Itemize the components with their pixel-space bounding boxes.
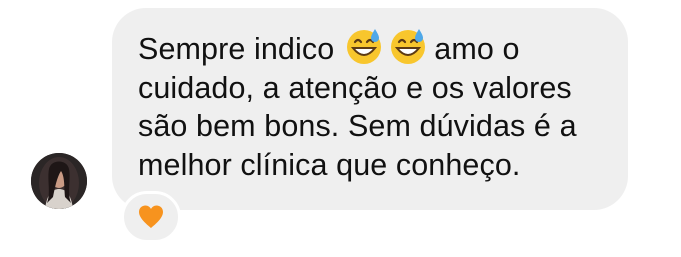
grinning-face-with-sweat-icon (347, 29, 382, 64)
sender-avatar-image (31, 153, 87, 209)
sender-avatar[interactable] (31, 153, 87, 209)
message-bubble[interactable]: Sempre indico amo o cuidado, a atenção e… (112, 8, 628, 210)
message-text: Sempre indico amo o cuidado, a atenção e… (138, 27, 610, 184)
emoji-group (344, 27, 428, 65)
grinning-face-with-sweat-icon (391, 29, 426, 64)
message-text-start: Sempre indico (138, 32, 335, 66)
orange-heart-icon (139, 205, 163, 228)
chat-message-area: Sempre indico amo o cuidado, a atenção e… (0, 0, 681, 257)
reaction-badge[interactable] (121, 191, 181, 243)
